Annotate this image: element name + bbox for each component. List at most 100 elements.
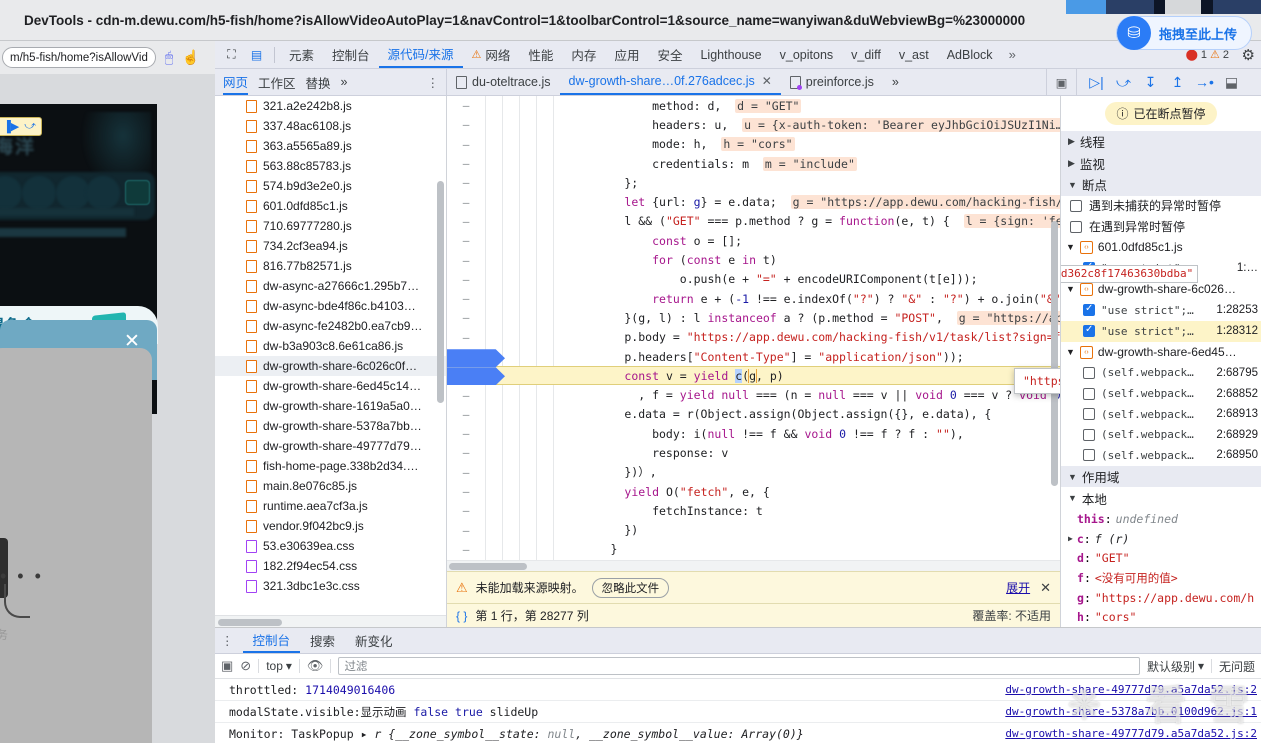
file-tree-row-selected[interactable]: dw-growth-share-6c026c0f… [215,356,446,376]
step-into-icon[interactable]: ↧ [1137,74,1164,91]
scope-variable-row[interactable]: d:"GET" [1061,548,1261,568]
tab-v-opitons[interactable]: v_opitons [771,41,843,68]
resume-icon[interactable]: ▐▶ [3,120,19,133]
code-line[interactable]: – , f = yield null === (n = null === v |… [447,385,1060,404]
editor-horizontal-scrollbar[interactable] [447,560,1060,571]
mouse-pointer-icon[interactable]: 🖱 [165,49,173,66]
code-line[interactable]: – headers: u, u = {x-auth-token: 'Bearer… [447,115,1060,134]
tab-memory[interactable]: 内存 [562,41,605,68]
code-line[interactable]: – }) [447,521,1060,540]
code-line[interactable]: – fetchInstance: t [447,501,1060,520]
file-tree-row[interactable]: 601.0dfd85c1.js [215,196,446,216]
code-line[interactable]: – let {url: g} = e.data; g = "https://ap… [447,192,1060,211]
code-line[interactable]: – e.data = r(Object.assign(Object.assign… [447,405,1060,424]
code-line[interactable]: – const o = []; [447,231,1060,250]
scope-variable-row[interactable]: this:undefined [1061,509,1261,529]
section-local-scope[interactable]: ▼本地 [1061,487,1261,509]
gear-icon[interactable]: ⚙ [1242,46,1255,64]
line-gutter-mark[interactable]: – [447,176,485,189]
checkbox[interactable] [1083,367,1095,379]
file-tree-row[interactable]: 816.77b82571.js [215,256,446,276]
file-tree-row[interactable]: 53.e30639ea.css [215,536,446,556]
tab-lighthouse[interactable]: Lighthouse [691,41,770,68]
step-icon[interactable]: →• [1191,74,1218,90]
code-line[interactable]: – response: v [447,443,1060,462]
file-navigator-tree[interactable]: 321.a2e242b8.js 337.48ac6108.js 363.a556… [215,96,447,627]
line-gutter-mark[interactable]: – [447,408,485,421]
pause-exceptions-row[interactable]: 在遇到异常时暂停 [1061,216,1261,237]
line-gutter-mark[interactable]: – [447,466,485,479]
scope-variable-row[interactable]: ▶c:f (r) [1061,529,1261,549]
code-line[interactable]: – credentials: m m = "include" [447,154,1060,173]
tab-v-ast[interactable]: v_ast [890,41,938,68]
line-gutter-mark[interactable]: – [447,331,485,344]
file-tree-row[interactable]: dw-growth-share-1619a5a0… [215,396,446,416]
code-line[interactable]: – yield O("fetch", e, { [447,482,1060,501]
breakpoint-marker[interactable] [447,349,505,367]
tab-v-diff[interactable]: v_diff [842,41,890,68]
drawer-tab-console[interactable]: 控制台 [243,628,301,653]
breakpoint-item[interactable]: (self.webpackC… 2:68795 [1061,363,1261,384]
file-tree-row[interactable]: dw-async-bde4f86c.b4103… [215,296,446,316]
checkbox[interactable] [1083,408,1095,420]
file-tree-row[interactable]: dw-growth-share-6ed45c14… [215,376,446,396]
nav-tab-workspace[interactable]: 工作区 [258,69,296,95]
file-tab-dw-growth-share[interactable]: dw-growth-share…0f.276adcec.js ✕ [560,69,781,95]
file-tree-row[interactable]: 710.69777280.js [215,216,446,236]
checkbox[interactable] [1083,429,1095,441]
checkbox[interactable] [1083,325,1095,337]
tab-application[interactable]: 应用 [605,41,648,68]
breakpoint-item[interactable]: (self.webpackC… 2:68852 [1061,383,1261,404]
file-tree-row[interactable]: vendor.9f042bc9.js [215,516,446,536]
line-gutter-mark[interactable]: – [447,215,485,228]
line-gutter-mark[interactable]: – [447,254,485,267]
file-tree-row[interactable]: runtime.aea7cf3a.js [215,496,446,516]
console-context-selector[interactable]: top ▾ [266,659,292,673]
file-tree-row[interactable]: dw-growth-share-5378a7bb… [215,416,446,436]
hand-cursor-icon[interactable]: ☝ [182,49,199,66]
code-line-highlighted[interactable]: – const v = yield c(g, p) [447,366,1060,385]
checkbox[interactable] [1083,388,1095,400]
breakpoint-item[interactable]: (self.webpackC… 2:68913 [1061,404,1261,425]
more-options-icon[interactable]: ⋮ [221,633,234,648]
code-line[interactable]: – } [447,540,1060,559]
code-line[interactable]: – mode: h, h = "cors" [447,135,1060,154]
drag-upload-pill[interactable]: ⛁ 拖拽至此上传 [1116,16,1252,50]
file-tree-row[interactable]: dw-async-fe2482b0.ea7cb9… [215,316,446,336]
line-gutter-mark[interactable]: – [447,157,485,170]
section-breakpoints[interactable]: ▼断点 [1061,174,1261,196]
inspect-element-icon[interactable]: ⛶ [219,43,244,67]
console-level-selector[interactable]: 默认级别 ▾ [1147,658,1204,675]
file-tree-row[interactable]: 574.b9d3e2e0.js [215,176,446,196]
line-gutter-mark[interactable]: – [447,427,485,440]
line-gutter-mark[interactable]: – [447,196,485,209]
step-over-icon[interactable]: ⤻ [1110,74,1137,91]
line-gutter-mark[interactable]: – [447,524,485,537]
line-gutter-mark[interactable]: – [447,99,485,112]
breakpoint-group-header[interactable]: ▼ ‹› dw-growth-share-6ed45… [1061,342,1261,363]
console-message[interactable]: throttled: 1714049016406 dw-growth-share… [215,679,1261,701]
line-gutter-mark[interactable]: – [447,273,485,286]
section-scope[interactable]: ▼作用域 [1061,466,1261,488]
pause-uncaught-exceptions-row[interactable]: 遇到未捕获的异常时暂停 [1061,196,1261,217]
tab-adblock[interactable]: AdBlock [938,41,1002,68]
file-tree-row[interactable]: 321.3dbc1e3c.css [215,576,446,596]
line-gutter-mark[interactable]: – [447,311,485,324]
code-line[interactable]: – o.push(e + "=" + encodeURIComponent(t[… [447,270,1060,289]
issues-status[interactable]: 无问题 [1219,658,1255,675]
file-tree-row[interactable]: 563.88c85783.js [215,156,446,176]
breakpoint-item[interactable]: "use strict";(… 1:28253 [1061,300,1261,321]
message-source-link[interactable]: dw-growth-share-49777d79.a5a7da52.js:2 [1005,683,1257,696]
tab-performance[interactable]: 性能 [519,41,562,68]
tab-elements[interactable]: 元素 [280,41,323,68]
code-editor[interactable]: – method: d, d = "GET"– headers: u, u = … [447,96,1060,571]
console-filter-input[interactable]: 过滤 [338,657,1140,675]
line-gutter-mark[interactable]: – [447,504,485,517]
message-source-link[interactable]: dw-growth-share-49777d79.a5a7da52.js:2 [1005,727,1257,740]
breakpoint-item[interactable]: (self.webpackC… 2:68929 [1061,424,1261,445]
device-toolbar-icon[interactable]: ▤ [244,43,269,67]
breakpoint-marker[interactable] [447,367,505,385]
code-line[interactable]: – }; [447,173,1060,192]
code-line[interactable]: – body: i(null !== f && void 0 !== f ? f… [447,424,1060,443]
breakpoint-item[interactable]: (self.webpackC… 2:68950 [1061,445,1261,466]
